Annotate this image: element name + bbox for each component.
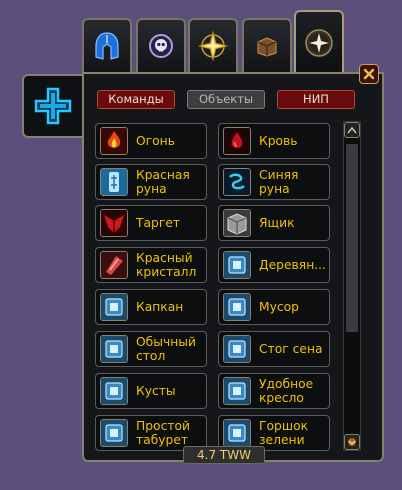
item-label: Деревян...	[259, 258, 326, 272]
item-label: Красная руна	[136, 168, 190, 196]
blood-icon	[223, 127, 251, 155]
item-red-crystal[interactable]: Красный кристалл	[95, 247, 207, 283]
item-label: Мусор	[259, 300, 299, 314]
item-crate[interactable]: Ящик	[218, 205, 330, 241]
item-label: Красный кристалл	[136, 251, 197, 279]
item-label: Обычный стол	[136, 335, 196, 363]
scrollbar[interactable]	[343, 121, 361, 451]
filter-npc-button[interactable]: НИП	[277, 90, 355, 109]
filter-teams-button[interactable]: Команды	[97, 90, 175, 109]
item-label: Горшок зелени	[259, 419, 309, 447]
fire-icon	[100, 127, 128, 155]
crate-icon	[257, 37, 277, 57]
item-fire[interactable]: Огонь	[95, 123, 207, 159]
item-label: Капкан	[136, 300, 184, 314]
helm-icon	[95, 32, 119, 60]
red-rune-icon	[100, 168, 128, 196]
filter-objects-button[interactable]: Объекты	[187, 90, 265, 109]
blueprint-icon	[223, 377, 251, 405]
compass-star-icon	[305, 29, 333, 57]
blueprint-icon	[100, 335, 128, 363]
item-wooden[interactable]: Деревян...	[218, 247, 330, 283]
item-armchair[interactable]: Удобное кресло	[218, 373, 330, 409]
blueprint-icon	[100, 377, 128, 405]
item-haystack[interactable]: Стог сена	[218, 331, 330, 367]
blueprint-icon	[223, 293, 251, 321]
scroll-up-button[interactable]	[344, 122, 360, 138]
close-icon	[363, 68, 375, 80]
blueprint-icon	[100, 293, 128, 321]
item-label: Таргет	[136, 216, 181, 230]
item-blue-rune[interactable]: Синяя руна	[218, 164, 330, 200]
scroll-down-button[interactable]	[344, 434, 360, 450]
item-label: Простой табурет	[136, 419, 191, 447]
compass-icon	[197, 30, 229, 62]
item-label: Синяя руна	[259, 168, 299, 196]
item-blood[interactable]: Кровь	[218, 123, 330, 159]
item-table[interactable]: Обычный стол	[95, 331, 207, 367]
version-label: 4.7 TWW	[183, 446, 265, 464]
tab-compass[interactable]	[188, 18, 238, 72]
skull-icon	[149, 34, 173, 58]
app-root: { "tabs": [ {"id":"helm-tab","icon":"hel…	[0, 0, 402, 490]
red-crystal-icon	[100, 251, 128, 279]
item-bushes[interactable]: Кусты	[95, 373, 207, 409]
item-red-rune[interactable]: Красная руна	[95, 164, 207, 200]
crate-icon	[223, 209, 251, 237]
tab-star[interactable]	[294, 10, 344, 74]
tab-crate[interactable]	[242, 18, 292, 72]
tab-skull[interactable]	[136, 18, 186, 72]
sidebar-plus-button[interactable]	[22, 74, 82, 138]
plus-icon	[34, 87, 72, 125]
close-button[interactable]	[359, 64, 379, 84]
item-label: Кровь	[259, 134, 298, 148]
blueprint-icon	[223, 419, 251, 447]
chevron-up-icon	[347, 126, 357, 134]
item-trap[interactable]: Капкан	[95, 289, 207, 325]
blueprint-icon	[100, 419, 128, 447]
item-label: Стог сена	[259, 342, 323, 356]
item-target[interactable]: Таргет	[95, 205, 207, 241]
item-label: Кусты	[136, 384, 176, 398]
item-label: Огонь	[136, 134, 175, 148]
blueprint-icon	[223, 251, 251, 279]
item-trash[interactable]: Мусор	[218, 289, 330, 325]
blueprint-icon	[223, 335, 251, 363]
chevron-down-icon	[348, 438, 356, 446]
scrollbar-thumb[interactable]	[346, 144, 358, 332]
blue-rune-icon	[223, 168, 251, 196]
item-label: Ящик	[259, 216, 295, 230]
tab-helm[interactable]	[82, 18, 132, 72]
target-icon	[100, 209, 128, 237]
item-label: Удобное кресло	[259, 377, 314, 405]
